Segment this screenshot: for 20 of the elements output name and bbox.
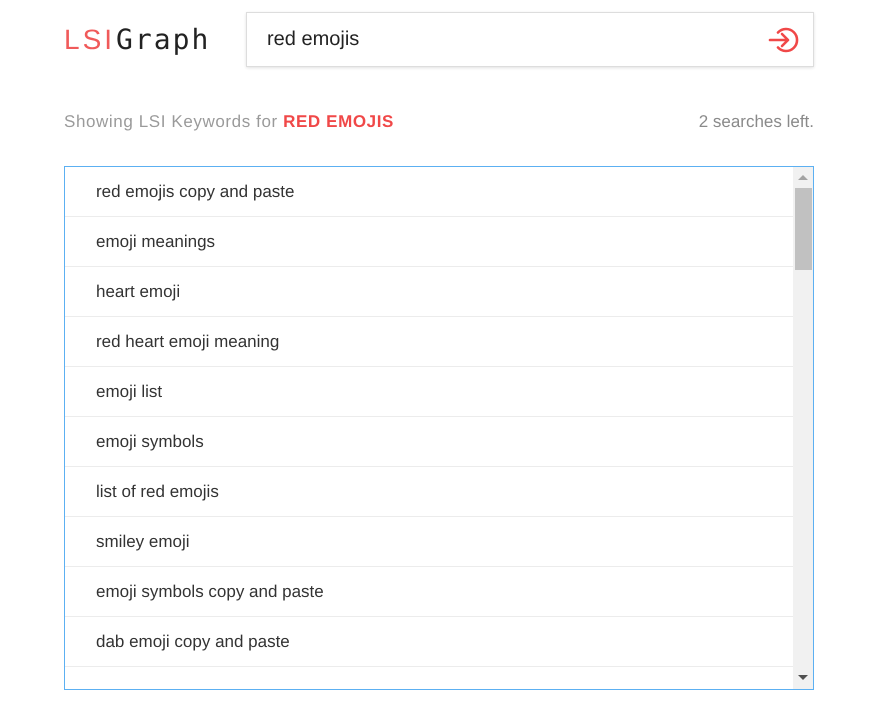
- logo[interactable]: LSI Graph: [64, 22, 246, 58]
- keyword-row[interactable]: dab emoji copy and paste: [65, 617, 793, 667]
- search-button[interactable]: [768, 25, 800, 55]
- keyword-row[interactable]: emoji list: [65, 367, 793, 417]
- results-heading: Showing LSI Keywords for RED EMOJIS: [64, 111, 394, 134]
- keyword-row[interactable]: red heart emoji meaning: [65, 317, 793, 367]
- keyword-row[interactable]: smiley emoji: [65, 517, 793, 567]
- scrollbar[interactable]: [793, 167, 813, 689]
- searches-left-text: 2 searches left.: [698, 111, 814, 134]
- keyword-row[interactable]: emoji meanings: [65, 217, 793, 267]
- search-field[interactable]: red emojis: [246, 12, 814, 67]
- keyword-row[interactable]: emoji symbols: [65, 417, 793, 467]
- arrow-into-circle-icon: [768, 26, 800, 54]
- scrollbar-thumb[interactable]: [794, 188, 812, 270]
- keyword-row[interactable]: list of red emojis: [65, 467, 793, 517]
- keyword-row[interactable]: red emojis copy and paste: [65, 167, 793, 217]
- keyword-row[interactable]: heart emoji: [65, 267, 793, 317]
- scroll-up-icon[interactable]: [798, 175, 808, 180]
- scroll-down-icon[interactable]: [798, 675, 808, 680]
- keyword-row[interactable]: emoji symbols copy and paste: [65, 567, 793, 617]
